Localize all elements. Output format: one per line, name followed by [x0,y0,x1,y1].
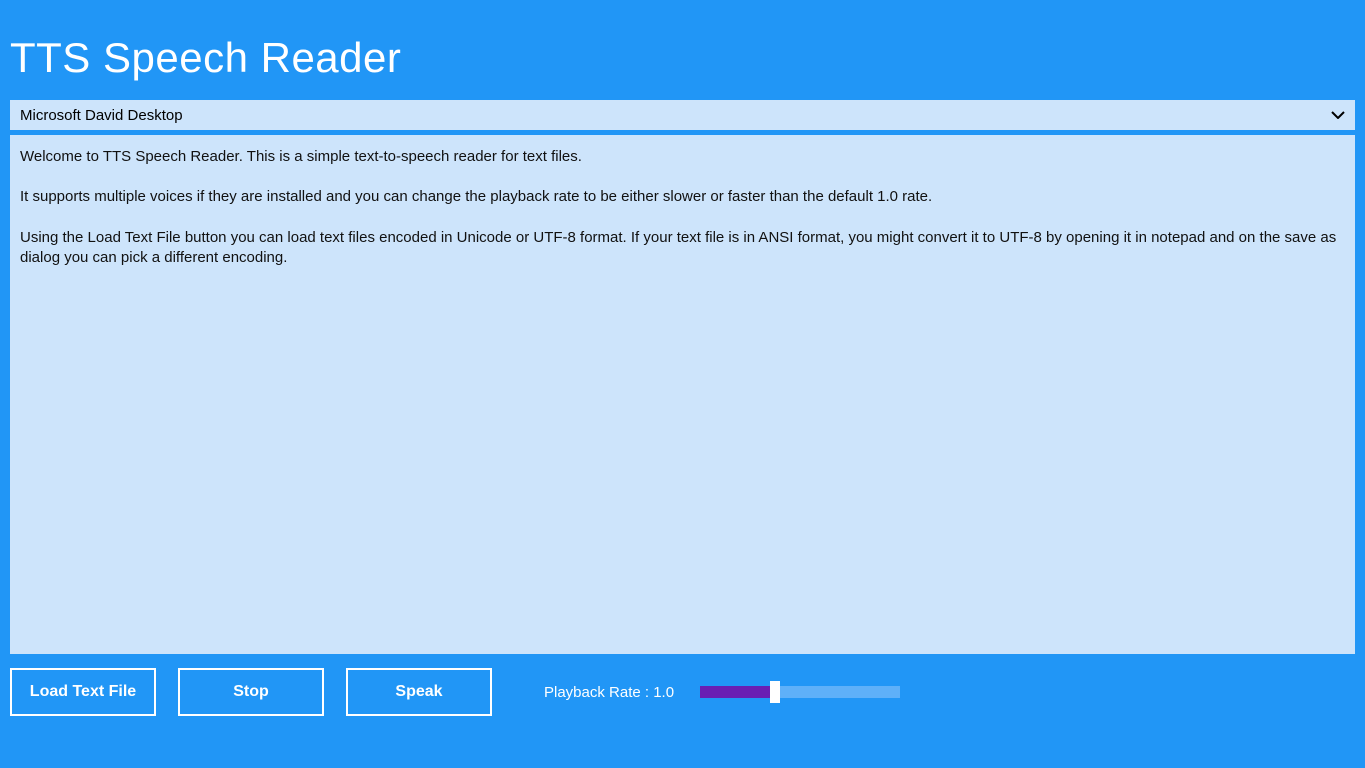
content-paragraph: Welcome to TTS Speech Reader. This is a … [20,147,1345,167]
slider-track [780,686,900,698]
slider-fill [700,686,770,698]
stop-button[interactable]: Stop [178,668,324,716]
content-paragraph: Using the Load Text File button you can … [20,228,1345,269]
chevron-down-icon [1331,106,1345,124]
voice-select-dropdown[interactable]: Microsoft David Desktop [10,100,1355,132]
load-text-file-button[interactable]: Load Text File [10,668,156,716]
playback-rate-label: Playback Rate : 1.0 [544,684,674,701]
playback-rate-slider[interactable] [700,685,900,699]
slider-thumb[interactable] [770,681,780,703]
speak-button[interactable]: Speak [346,668,492,716]
app-title: TTS Speech Reader [0,0,1365,100]
voice-select-value: Microsoft David Desktop [20,107,183,124]
text-content-area[interactable]: Welcome to TTS Speech Reader. This is a … [10,135,1355,654]
content-paragraph: It supports multiple voices if they are … [20,187,1345,207]
controls-bar: Load Text File Stop Speak Playback Rate … [0,654,1365,716]
